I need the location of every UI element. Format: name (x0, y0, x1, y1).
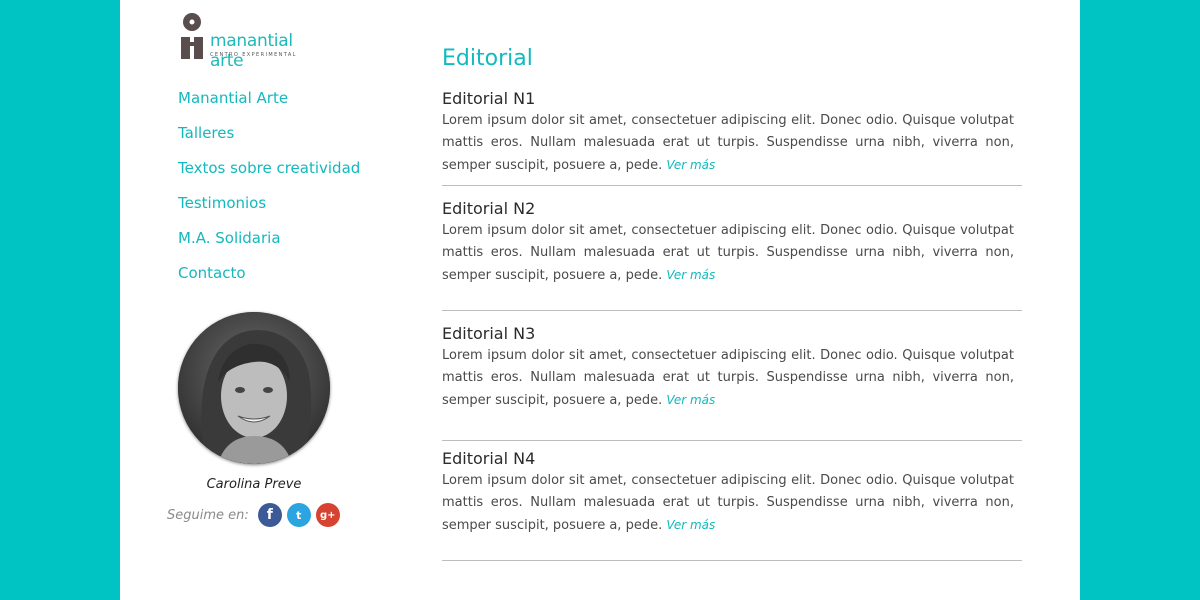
article-body: Lorem ipsum dolor sit amet, consectetuer… (442, 110, 1014, 177)
nav-item-textos[interactable]: Textos sobre creatividad (178, 158, 438, 193)
nav-item-manantial-arte[interactable]: Manantial Arte (178, 88, 438, 123)
main-content: Editorial Editorial N1 Lorem ipsum dolor… (442, 44, 1022, 561)
article-title: Editorial N2 (442, 199, 536, 218)
article-title: Editorial N1 (442, 89, 536, 108)
article-item: Editorial N4 Lorem ipsum dolor sit amet,… (442, 448, 1022, 561)
logo-wordmark: manantial arte (210, 31, 293, 71)
profile-name: Carolina Preve (206, 477, 302, 492)
article-text: Lorem ipsum dolor sit amet, consectetuer… (442, 348, 1014, 408)
article-item: Editorial N2 Lorem ipsum dolor sit amet,… (442, 198, 1022, 311)
article-item: Editorial N3 Lorem ipsum dolor sit amet,… (442, 323, 1022, 441)
read-more-link[interactable]: Ver más (666, 518, 715, 532)
article-title: Editorial N3 (442, 324, 536, 343)
article-text: Lorem ipsum dolor sit amet, consectetuer… (442, 473, 1014, 533)
twitter-icon[interactable]: t (286, 503, 311, 527)
profile-avatar (178, 312, 330, 464)
manantial-logo-icon (181, 13, 203, 59)
main-nav: Manantial Arte Talleres Textos sobre cre… (178, 88, 438, 298)
nav-item-testimonios[interactable]: Testimonios (178, 193, 438, 228)
article-item: Editorial N1 Lorem ipsum dolor sit amet,… (442, 88, 1022, 186)
article-body: Lorem ipsum dolor sit amet, consectetuer… (442, 220, 1014, 287)
site-logo[interactable]: manantial arte CENTRO EXPERIMENTAL (180, 12, 320, 71)
nav-item-solidaria[interactable]: M.A. Solidaria (178, 228, 438, 263)
google-plus-icon[interactable]: g+ (315, 503, 340, 527)
facebook-icon[interactable]: f (257, 503, 282, 527)
logo-subtitle: CENTRO EXPERIMENTAL (210, 52, 297, 58)
nav-item-contacto[interactable]: Contacto (178, 263, 438, 298)
read-more-link[interactable]: Ver más (666, 393, 715, 407)
page-title: Editorial (442, 46, 533, 71)
read-more-link[interactable]: Ver más (666, 268, 715, 282)
article-text: Lorem ipsum dolor sit amet, consectetuer… (442, 223, 1014, 283)
follow-section: Seguime en: f t g+ (167, 503, 345, 527)
follow-label: Seguime en: (167, 507, 249, 523)
page-panel: manantial arte CENTRO EXPERIMENTAL Manan… (120, 0, 1080, 600)
article-text: Lorem ipsum dolor sit amet, consectetuer… (442, 113, 1014, 173)
read-more-link[interactable]: Ver más (666, 158, 715, 172)
nav-item-talleres[interactable]: Talleres (178, 123, 438, 158)
article-title: Editorial N4 (442, 449, 536, 468)
article-body: Lorem ipsum dolor sit amet, consectetuer… (442, 470, 1014, 537)
article-body: Lorem ipsum dolor sit amet, consectetuer… (442, 345, 1014, 412)
